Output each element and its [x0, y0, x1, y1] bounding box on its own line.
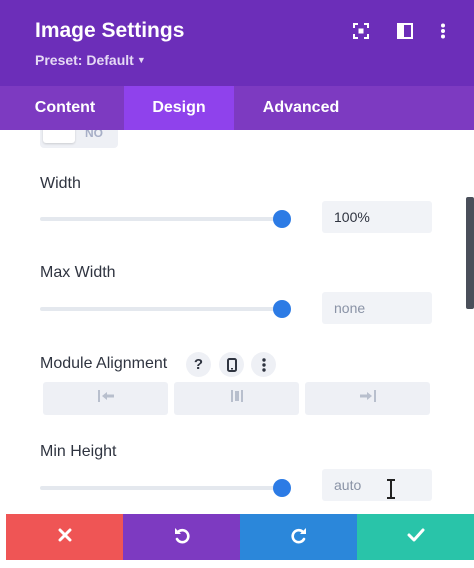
- redo-button[interactable]: [240, 514, 357, 560]
- more-options-icon[interactable]: [251, 352, 276, 377]
- align-right-button[interactable]: [305, 382, 430, 415]
- text-cursor-icon: [384, 479, 398, 504]
- redo-icon: [290, 526, 308, 549]
- tab-design[interactable]: Design: [124, 86, 234, 130]
- save-button[interactable]: [357, 514, 474, 560]
- module-alignment-label: Module Alignment: [40, 355, 168, 372]
- check-icon: [407, 528, 425, 547]
- min-height-label: Min Height: [40, 443, 117, 460]
- align-center-icon: [229, 389, 245, 408]
- toggle-switch[interactable]: NO: [40, 130, 118, 148]
- max-width-input[interactable]: none: [322, 292, 432, 324]
- caret-down-icon: ▼: [136, 55, 146, 65]
- width-label: Width: [40, 175, 81, 192]
- modal-title: Image Settings: [35, 19, 185, 42]
- modal-header: Image Settings Preset: Default ▼: [0, 0, 474, 86]
- more-options-icon[interactable]: [432, 20, 454, 42]
- action-bar: [6, 514, 474, 560]
- min-height-slider-track[interactable]: [40, 486, 282, 490]
- preset-label: Preset: Default: [35, 52, 134, 68]
- min-height-input[interactable]: auto: [322, 469, 432, 501]
- align-left-button[interactable]: [43, 382, 168, 415]
- focus-icon[interactable]: [350, 20, 372, 42]
- width-input[interactable]: 100%: [322, 201, 432, 233]
- max-width-slider-thumb[interactable]: [273, 300, 291, 318]
- align-left-icon: [97, 389, 115, 408]
- align-center-button[interactable]: [174, 382, 299, 415]
- min-height-slider-thumb[interactable]: [273, 479, 291, 497]
- align-right-icon: [359, 389, 377, 408]
- preset-dropdown[interactable]: Preset: Default ▼: [35, 52, 146, 68]
- tab-content[interactable]: Content: [6, 86, 124, 130]
- max-width-label: Max Width: [40, 264, 116, 281]
- undo-icon: [173, 526, 191, 549]
- responsive-phone-icon[interactable]: [219, 352, 244, 377]
- split-view-icon[interactable]: [394, 20, 416, 42]
- scrollbar-thumb[interactable]: [466, 197, 474, 309]
- help-icon[interactable]: ?: [186, 352, 211, 377]
- width-slider-thumb[interactable]: [273, 210, 291, 228]
- bottom-edge: [0, 560, 474, 568]
- undo-button[interactable]: [123, 514, 240, 560]
- tab-bar: Content Design Advanced: [0, 86, 474, 130]
- toggle-label: NO: [85, 130, 103, 140]
- discard-button[interactable]: [6, 514, 123, 560]
- width-slider-track[interactable]: [40, 217, 282, 221]
- close-icon: [58, 528, 72, 547]
- tab-advanced[interactable]: Advanced: [234, 86, 368, 130]
- toggle-knob: [43, 130, 75, 143]
- help-icon-glyph: ?: [193, 356, 204, 373]
- settings-panel: NO Width 100% Max Width none Module Alig…: [6, 130, 468, 514]
- max-width-slider-track[interactable]: [40, 307, 282, 311]
